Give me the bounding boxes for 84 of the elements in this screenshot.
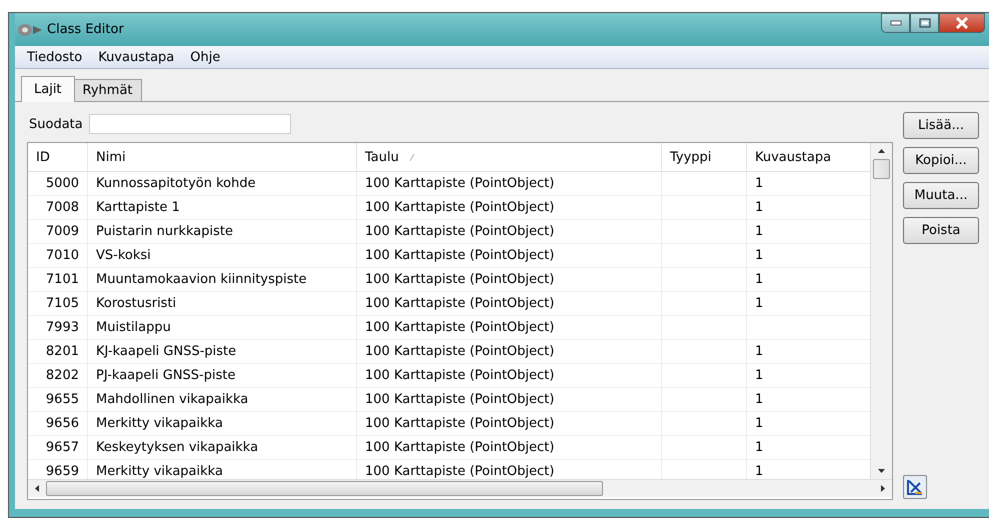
app-icon <box>17 22 43 38</box>
table-cell: Muistilappu <box>96 320 171 335</box>
table-cell: Karttapiste 1 <box>96 200 180 215</box>
menu-item[interactable]: Tiedosto <box>19 50 90 64</box>
tab[interactable]: Lajit <box>21 76 75 102</box>
window-title: Class Editor <box>47 22 124 37</box>
table-cell: 100 Karttapiste (PointObject) <box>365 392 554 407</box>
filter-field[interactable] <box>88 114 291 134</box>
vertical-scrollbar[interactable] <box>870 143 892 479</box>
table-cell: 100 Karttapiste (PointObject) <box>365 320 554 335</box>
maximize-button[interactable] <box>910 13 939 33</box>
table-cell: 1 <box>755 344 764 359</box>
menu-item[interactable]: Ohje <box>182 50 228 64</box>
table-cell: 1 <box>755 224 764 239</box>
table-cell: 100 Karttapiste (PointObject) <box>365 344 554 359</box>
table-cell: 1 <box>755 176 764 191</box>
table-cell: 100 Karttapiste (PointObject) <box>365 272 554 287</box>
table-cell: 5000 <box>46 176 79 191</box>
table-cell: Mahdollinen vikapaikka <box>96 392 248 407</box>
column-header[interactable]: Nimi <box>88 143 357 171</box>
maximize-icon <box>918 18 930 28</box>
table-cell: 7010 <box>46 248 79 263</box>
table-cell: KJ-kaapeli GNSS-piste <box>96 344 236 359</box>
table-cell: 8202 <box>46 368 79 383</box>
column-header[interactable]: Kuvaustapa <box>747 143 870 171</box>
table-cell: Korostusristi <box>96 296 176 311</box>
action-button[interactable]: Poista <box>903 217 979 244</box>
table-cell: 1 <box>755 248 764 263</box>
tab[interactable]: Ryhmät <box>74 79 142 101</box>
table-cell: VS-koksi <box>96 248 151 263</box>
close-button[interactable] <box>939 13 985 33</box>
column-header[interactable]: Tyyppi <box>662 143 747 171</box>
table-cell: 100 Karttapiste (PointObject) <box>365 296 554 311</box>
table-cell: 100 Karttapiste (PointObject) <box>365 416 554 431</box>
table-cell: 1 <box>755 368 764 383</box>
table-cell: 9655 <box>46 392 79 407</box>
up-arrow-icon <box>878 149 885 153</box>
table-cell: 1 <box>755 392 764 407</box>
column-header[interactable]: Taulu <box>357 143 662 171</box>
table-cell: 1 <box>755 296 764 311</box>
table-cell: 7105 <box>46 296 79 311</box>
table-cell: 1 <box>755 200 764 215</box>
table-cell: 100 Karttapiste (PointObject) <box>365 464 554 479</box>
table-cell: Keskeytyksen vikapaikka <box>96 440 258 455</box>
down-arrow-icon <box>878 469 885 473</box>
table-cell: 100 Karttapiste (PointObject) <box>365 224 554 239</box>
table-cell: Merkitty vikapaikka <box>96 464 223 479</box>
filter-label: Suodata <box>29 116 83 132</box>
table-cell: 7993 <box>46 320 79 335</box>
table-cell: 9656 <box>46 416 79 431</box>
table-cell: Kunnossapitotyön kohde <box>96 176 256 191</box>
table-cell: 7008 <box>46 200 79 215</box>
table-cell: 8201 <box>46 344 79 359</box>
minimize-icon <box>890 20 902 26</box>
table-cell: 1 <box>755 272 764 287</box>
menu-item[interactable]: Kuvaustapa <box>90 50 182 64</box>
minimize-button[interactable] <box>881 13 910 33</box>
table-cell: PJ-kaapeli GNSS-piste <box>96 368 236 383</box>
left-arrow-icon <box>35 485 39 492</box>
close-icon <box>955 17 969 29</box>
table-cell: 7009 <box>46 224 79 239</box>
table-cell: Puistarin nurkkapiste <box>96 224 233 239</box>
horizontal-scrollbar[interactable] <box>28 479 892 497</box>
table-cell: 100 Karttapiste (PointObject) <box>365 176 554 191</box>
table-cell: 100 Karttapiste (PointObject) <box>365 368 554 383</box>
table-cell: 1 <box>755 464 764 479</box>
table-cell: 100 Karttapiste (PointObject) <box>365 440 554 455</box>
action-button[interactable]: Muuta... <box>903 182 979 209</box>
action-button[interactable]: Kopioi... <box>903 147 979 174</box>
drawing-tool-button[interactable] <box>903 475 927 499</box>
table-cell: 1 <box>755 416 764 431</box>
table-cell: 100 Karttapiste (PointObject) <box>365 200 554 215</box>
scroll-thumb[interactable] <box>46 481 603 496</box>
table-cell: Merkitty vikapaikka <box>96 416 223 431</box>
right-arrow-icon <box>881 485 885 492</box>
column-header[interactable]: ID <box>28 143 88 171</box>
action-button[interactable]: Lisää... <box>903 112 979 139</box>
table-cell: 7101 <box>46 272 79 287</box>
table-cell: 100 Karttapiste (PointObject) <box>365 248 554 263</box>
table-cell: 9659 <box>46 464 79 479</box>
table-cell: 9657 <box>46 440 79 455</box>
scroll-thumb[interactable] <box>873 159 890 179</box>
table-cell: Muuntamokaavion kiinnityspiste <box>96 272 307 287</box>
table-cell: 1 <box>755 440 764 455</box>
